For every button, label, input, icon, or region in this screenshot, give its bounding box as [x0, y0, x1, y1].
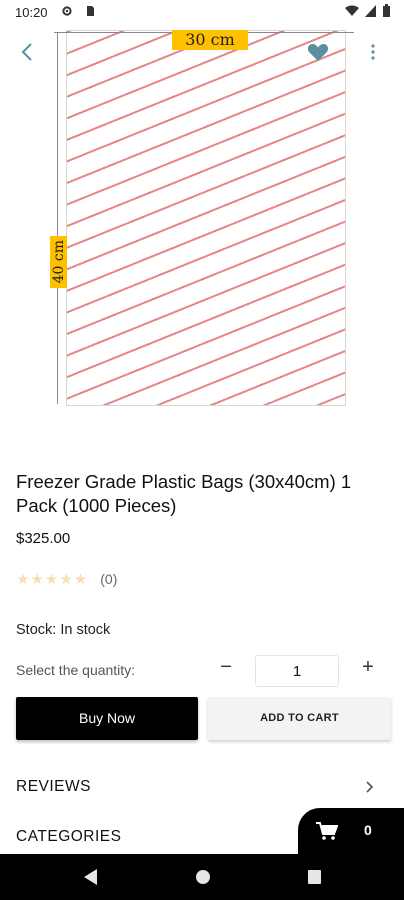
settings-icon — [62, 6, 72, 16]
wifi-icon — [345, 5, 359, 16]
quantity-increment-button[interactable]: + — [356, 656, 380, 684]
star-icon: ★ — [16, 570, 30, 588]
height-label: 40 cm — [50, 236, 67, 288]
cart-button[interactable]: 0 — [298, 808, 404, 854]
heart-icon[interactable] — [306, 40, 330, 64]
cart-icon — [316, 822, 338, 840]
rating-count: (0) — [100, 571, 118, 587]
star-icon: ★ — [73, 570, 88, 588]
stock-status: Stock: In stock — [16, 622, 111, 638]
product-title: Freezer Grade Plastic Bags (30x40cm) 1 P… — [16, 471, 352, 516]
rating-row[interactable]: ★ ★ ★ ★ ★ (0) — [16, 570, 117, 588]
star-icon: ★ — [44, 570, 59, 588]
star-icon: ★ — [59, 570, 73, 588]
buy-now-button[interactable]: Buy Now — [16, 697, 198, 740]
more-vert-icon[interactable] — [364, 42, 382, 62]
nav-back-icon[interactable] — [84, 869, 98, 885]
height-dimension-line — [57, 32, 58, 404]
bag-pattern — [66, 30, 346, 406]
quantity-input[interactable]: 1 — [255, 655, 339, 687]
reviews-section-row[interactable]: REVIEWS — [0, 768, 404, 806]
nav-recents-icon[interactable] — [308, 870, 321, 884]
status-bar: 10:20 — [0, 0, 404, 24]
quantity-decrement-button[interactable]: − — [214, 656, 238, 684]
star-icon: ★ — [30, 570, 44, 588]
product-image[interactable]: 30 cm 40 cm — [0, 24, 404, 424]
quantity-label: Select the quantity: — [16, 662, 136, 678]
height-label-text: 40 cm — [50, 240, 67, 284]
nav-home-icon[interactable] — [196, 870, 210, 884]
add-to-cart-button[interactable]: ADD TO CART — [208, 697, 391, 740]
sim-icon — [87, 6, 94, 16]
signal-icon — [365, 4, 376, 17]
categories-label[interactable]: CATEGORIES — [16, 828, 121, 846]
width-label: 30 cm — [172, 30, 248, 50]
system-nav-bar — [0, 854, 404, 900]
status-time: 10:20 — [15, 5, 48, 20]
cart-count: 0 — [364, 822, 372, 838]
back-arrow-icon[interactable] — [16, 40, 40, 64]
reviews-label: REVIEWS — [16, 778, 91, 795]
battery-icon — [383, 4, 390, 17]
product-price: $325.00 — [16, 530, 71, 547]
chevron-right-icon — [366, 781, 374, 793]
